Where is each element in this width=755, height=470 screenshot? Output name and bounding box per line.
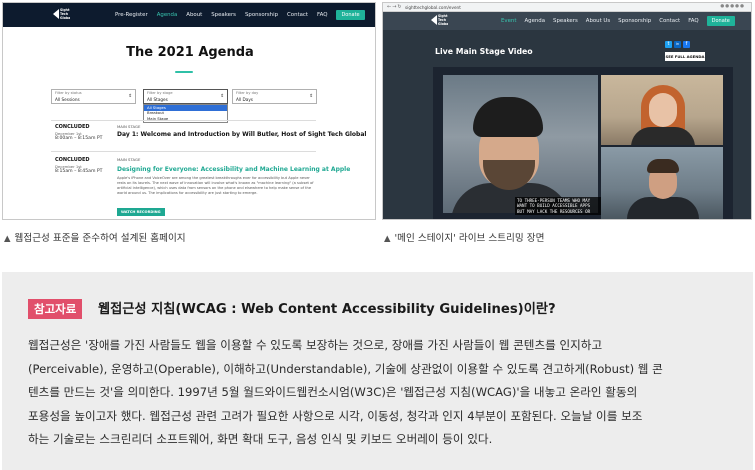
video-section-title: Live Main Stage Video [435, 47, 533, 56]
speaker-cap [473, 97, 543, 137]
browser-extension-icons[interactable]: ●●●●● [720, 4, 745, 9]
updown-chevron-icon: ⇕ [128, 94, 132, 99]
body-line: 텐츠를 만드는 것'을 의미한다. 1997년 5월 월드와이드웹컨소시엄(W3… [28, 385, 638, 399]
live-caption: TO THREE-PERSON TEAMS WHO MAY WANT TO BU… [515, 197, 601, 216]
agenda-screenshot: Sight Tech Global Pre-Register Agenda Ab… [2, 2, 376, 220]
logo-text: Sight Tech Global [438, 14, 448, 26]
logo-triangle-icon [431, 15, 437, 25]
filter-label: Filter by status [55, 91, 82, 95]
speaker-figure [631, 127, 695, 145]
nav-link-about-us[interactable]: About Us [586, 18, 610, 24]
filter-value: All Stages [147, 97, 168, 102]
stage-filter-select[interactable]: Filter by stage All Stages ⇕ [143, 89, 228, 104]
nav-link-about[interactable]: About [186, 12, 202, 18]
triangle-up-icon: ▲ [4, 234, 11, 244]
page-title: The 2021 Agenda [126, 45, 254, 60]
linkedin-icon[interactable]: in [674, 41, 681, 48]
twitter-icon[interactable]: t [665, 41, 672, 48]
session-status: CONCLUDED [55, 124, 90, 130]
speaker-figure [647, 159, 679, 173]
filter-label: Filter by day [236, 91, 259, 95]
image-caption-left: ▲ 웹접근성 표준을 준수하여 설계된 홈페이지 [4, 230, 186, 244]
browser-toolbar: ←→↻ sighttechglobal.com/event ●●●●● [383, 3, 751, 12]
updown-chevron-icon: ⇕ [309, 94, 313, 99]
updown-chevron-icon: ⇕ [220, 94, 224, 99]
speaker-figure [627, 197, 699, 219]
speaker-video-tile-top [601, 75, 723, 145]
filter-label: Filter by stage [147, 91, 173, 95]
nav-link-pre-register[interactable]: Pre-Register [115, 12, 148, 18]
status-filter-select[interactable]: Filter by status All Sessions ⇕ [51, 89, 136, 104]
body-line: (Perceivable), 운영하고(Operable), 이해하고(Unde… [28, 361, 663, 376]
nav-link-faq[interactable]: FAQ [317, 12, 327, 18]
site-logo[interactable]: Sight Tech Global [53, 7, 71, 23]
watch-recording-button[interactable]: WATCH RECORDING [117, 208, 165, 216]
nav-link-event[interactable]: Event [501, 18, 516, 24]
session-time: 8:00am – 8:15am PT [55, 136, 103, 141]
reference-title: 웹접근성 지침(WCAG : Web Content Accessibility… [98, 302, 556, 317]
triangle-up-icon: ▲ [384, 234, 391, 244]
nav-link-sponsorship[interactable]: Sponsorship [245, 12, 278, 18]
reference-box: 참고자료 웹접근성 지침(WCAG : Web Content Accessib… [2, 272, 753, 470]
body-line: 하는 기술로는 스크린리더 소프트웨어, 화면 확대 도구, 음성 인식 및 키… [28, 432, 493, 446]
filter-value: All Sessions [55, 97, 80, 102]
nav-link-contact[interactable]: Contact [287, 12, 308, 18]
speaker-video-tile-main [443, 75, 598, 213]
nav-links: Event Agenda Speakers About Us Sponsorsh… [501, 12, 735, 30]
speaker-figure [649, 93, 677, 127]
logo-text: Sight Tech Global [60, 8, 70, 20]
site-nav-bar: Sight Tech Global Pre-Register Agenda Ab… [3, 3, 375, 27]
caption-text: 웹접근성 표준을 준수하여 설계된 홈페이지 [14, 233, 186, 244]
session-description: Apple's iPhone and VoiceOver are among t… [117, 176, 314, 195]
reference-body: 웹접근성은 '장애를 가진 사람들도 웹을 이용할 수 있도록 보장하는 것으로… [28, 334, 732, 452]
video-player[interactable]: TO THREE-PERSON TEAMS WHO MAY WANT TO BU… [433, 67, 733, 219]
donate-button[interactable]: Donate [336, 10, 365, 20]
nav-link-contact[interactable]: Contact [659, 18, 680, 24]
address-bar[interactable]: sighttechglobal.com/event [405, 5, 461, 10]
site-logo[interactable]: Sight Tech Global [431, 13, 449, 29]
nav-link-sponsorship[interactable]: Sponsorship [618, 18, 651, 24]
day-filter-select[interactable]: Filter by day All Days ⇕ [232, 89, 317, 104]
session-title[interactable]: Day 1: Welcome and Introduction by Will … [117, 131, 366, 138]
body-line: 포용성을 높이고자 했다. 웹접근성 관련 고려가 필요한 사항으로 시각, 이… [28, 408, 643, 423]
nav-link-agenda[interactable]: Agenda [524, 18, 545, 24]
image-caption-right: ▲ '메인 스테이지' 라이브 스트리밍 장면 [384, 230, 544, 244]
session-status: CONCLUDED [55, 157, 90, 163]
live-stream-screenshot: ←→↻ sighttechglobal.com/event ●●●●● Sigh… [382, 2, 752, 220]
session-time: 8:15am – 8:45am PT [55, 169, 103, 174]
nav-links: Pre-Register Agenda About Speakers Spons… [115, 3, 365, 27]
caption-text: '메인 스테이지' 라이브 스트리밍 장면 [394, 233, 545, 244]
divider [51, 151, 316, 152]
nav-link-speakers[interactable]: Speakers [553, 18, 578, 24]
body-line: 웹접근성은 '장애를 가진 사람들도 웹을 이용할 수 있도록 보장하는 것으로… [28, 338, 603, 352]
reference-badge: 참고자료 [28, 299, 83, 319]
see-full-agenda-button[interactable]: SEE FULL AGENDA [665, 52, 705, 61]
nav-link-agenda[interactable]: Agenda [157, 12, 178, 18]
speaker-video-tile-bottom [601, 147, 723, 219]
site-nav-bar: Sight Tech Global Event Agenda Speakers … [383, 12, 751, 30]
nav-link-speakers[interactable]: Speakers [211, 12, 236, 18]
browser-nav-arrows-icon[interactable]: ←→↻ [387, 4, 403, 10]
donate-button[interactable]: Donate [706, 16, 735, 26]
title-underline [175, 71, 193, 73]
logo-triangle-icon [53, 9, 59, 19]
filter-value: All Days [236, 97, 253, 102]
session-stage: MAIN STAGE [117, 157, 141, 162]
divider [51, 120, 316, 121]
facebook-icon[interactable]: f [683, 41, 690, 48]
session-title[interactable]: Designing for Everyone: Accessibility an… [117, 166, 350, 173]
session-stage: MAIN STAGE [117, 124, 141, 129]
nav-link-faq[interactable]: FAQ [688, 18, 698, 24]
